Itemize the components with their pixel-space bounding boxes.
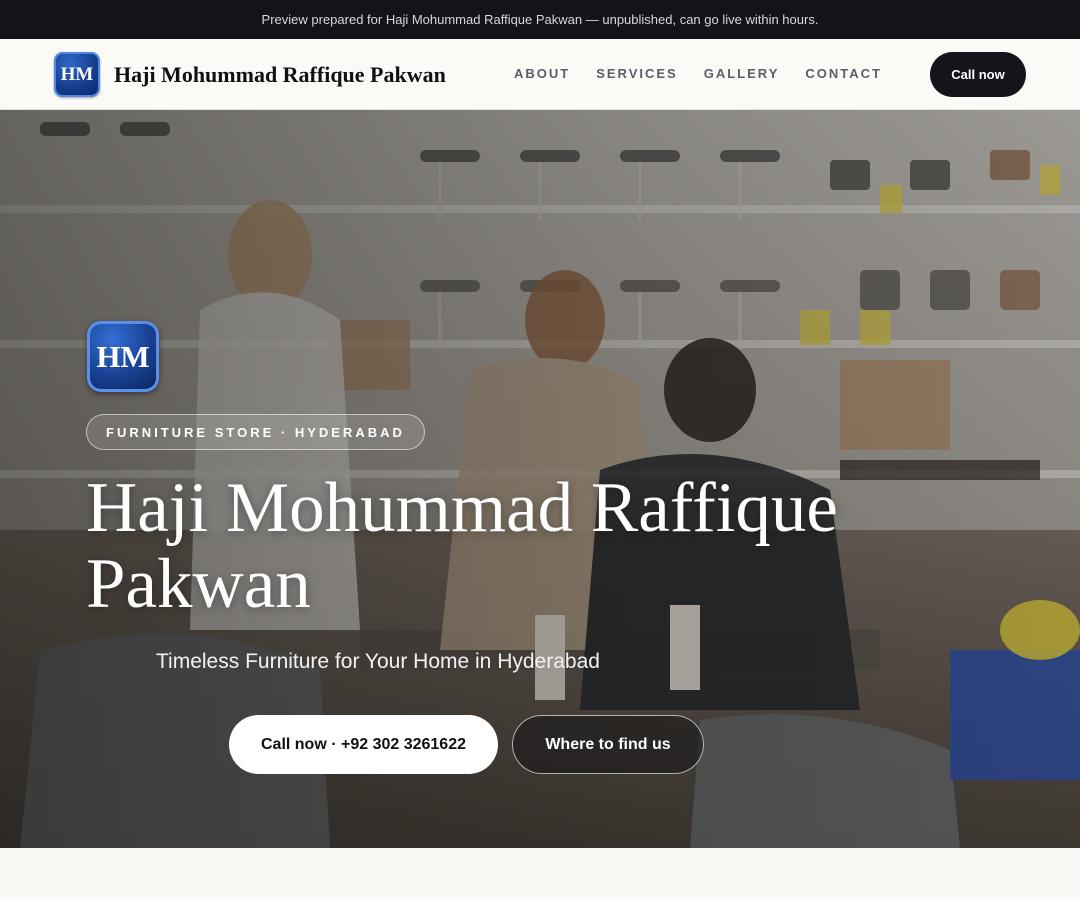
category-pill: FURNITURE STORE · HYDERABAD (86, 414, 425, 450)
brand-name[interactable]: Haji Mohummad Raffique Pakwan (114, 62, 446, 88)
brand-logo-badge[interactable]: HM (54, 52, 100, 97)
hero-section: HM FURNITURE STORE · HYDERABAD Haji Mohu… (0, 110, 1080, 848)
site-header: HM Haji Mohummad Raffique Pakwan ABOUT S… (0, 39, 1080, 110)
hero-title: Haji Mohummad Raffique Pakwan (86, 469, 838, 623)
hero-logo-badge: HM (87, 321, 159, 392)
preview-notice-text: Preview prepared for Haji Mohummad Raffi… (261, 12, 819, 27)
preview-notice-bar: Preview prepared for Haji Mohummad Raffi… (0, 0, 1080, 39)
brand-logo-initials: HM (60, 63, 94, 85)
call-now-phone-button[interactable]: Call now · +92 302 3261622 (229, 715, 498, 774)
nav-item-services[interactable]: SERVICES (596, 66, 678, 81)
header-call-now-button[interactable]: Call now (930, 52, 1026, 97)
nav-item-gallery[interactable]: GALLERY (704, 66, 780, 81)
category-pill-text: FURNITURE STORE · HYDERABAD (106, 424, 405, 440)
hero-logo-initials: HM (96, 338, 150, 374)
nav-item-contact[interactable]: CONTACT (805, 66, 882, 81)
where-to-find-us-button[interactable]: Where to find us (512, 715, 704, 774)
nav-item-about[interactable]: ABOUT (514, 66, 570, 81)
hero-subtitle: Timeless Furniture for Your Home in Hyde… (156, 650, 600, 673)
main-nav: ABOUT SERVICES GALLERY CONTACT (514, 66, 882, 81)
